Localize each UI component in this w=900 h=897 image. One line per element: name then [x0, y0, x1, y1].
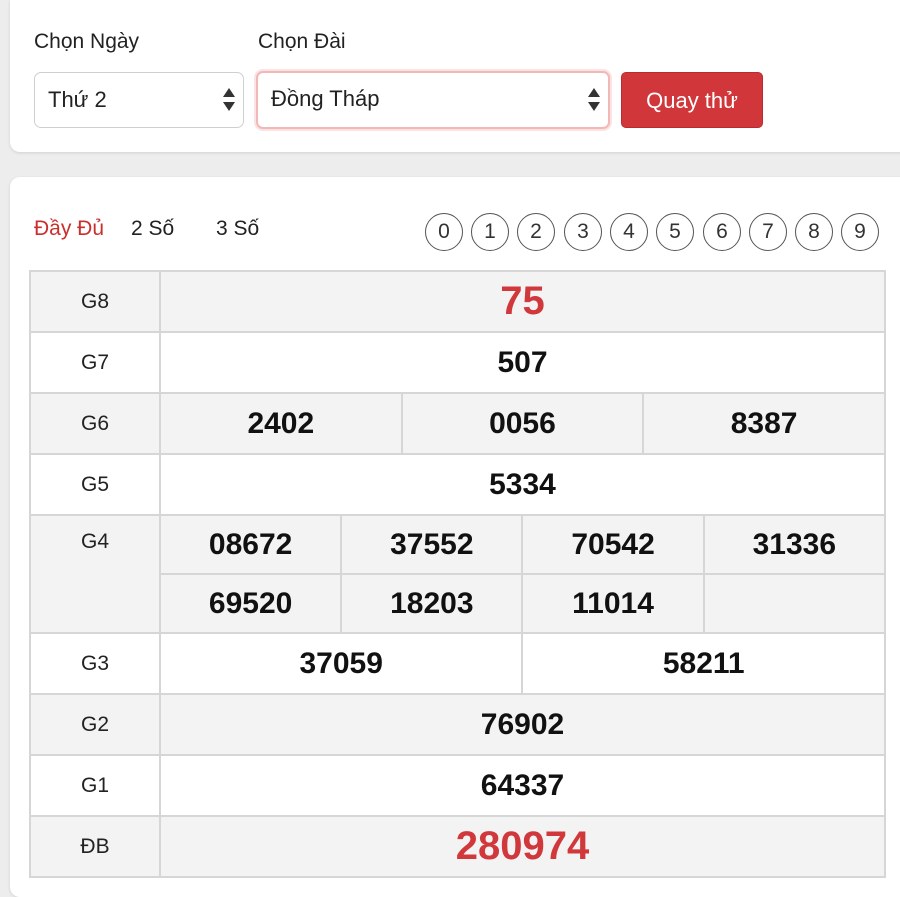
- prize-number: 58211: [521, 632, 886, 695]
- prize-label: G2: [29, 693, 161, 756]
- prize-row-g1: G1 64337: [29, 754, 886, 817]
- prize-label: G1: [29, 754, 161, 817]
- prize-number: 37552: [340, 514, 524, 575]
- prize-label: G4: [29, 514, 161, 634]
- prize-label: ĐB: [29, 815, 161, 878]
- prize-number: 08672: [158, 514, 343, 575]
- prize-row-g2: G2 76902: [29, 693, 886, 756]
- digit-filter-4[interactable]: 4: [610, 213, 648, 251]
- prize-number: 2402: [159, 392, 403, 455]
- digit-filter-3[interactable]: 3: [564, 213, 602, 251]
- results-table: G8 75 G7 507 G6 2402 0056 8387 G5 5334 G…: [29, 270, 887, 878]
- prize-row-g6: G6 2402 0056 8387: [29, 392, 886, 455]
- digit-filter-0[interactable]: 0: [425, 213, 463, 251]
- station-select-value: Đồng Tháp: [271, 86, 380, 111]
- prize-number: 75: [159, 270, 886, 333]
- prize-row-g4: G4 08672 37552 70542 31336: [29, 514, 887, 634]
- prize-number: 76902: [159, 693, 886, 756]
- tab-3-digits[interactable]: 3 Số: [216, 217, 259, 241]
- prize-number: 5334: [159, 453, 886, 516]
- tab-full[interactable]: Đầy Đủ: [34, 217, 104, 241]
- prize-label: G3: [29, 632, 161, 695]
- prize-row-db: ĐB 280974: [29, 815, 886, 878]
- prize-number: 507: [159, 331, 886, 394]
- prize-row-g7: G7 507: [29, 331, 886, 394]
- digit-filter-6[interactable]: 6: [703, 213, 741, 251]
- prize-label: G5: [29, 453, 161, 516]
- prize-number-empty: [702, 573, 887, 634]
- prize-number: 0056: [400, 392, 645, 455]
- prize-row-g8: G8 75: [29, 270, 886, 333]
- digit-filter-2[interactable]: 2: [517, 213, 555, 251]
- prize-number: 8387: [642, 392, 886, 455]
- prize-number: 11014: [521, 573, 705, 634]
- station-label: Chọn Đài: [258, 30, 346, 53]
- prize-number: 280974: [159, 815, 886, 878]
- prize-label: G7: [29, 331, 161, 394]
- prize-number: 37059: [158, 632, 524, 695]
- select-arrows-icon: [588, 88, 600, 112]
- prize-number: 64337: [159, 754, 886, 817]
- prize-label: G6: [29, 392, 161, 455]
- prize-number: 18203: [340, 573, 524, 634]
- digit-filter-8[interactable]: 8: [795, 213, 833, 251]
- digit-filter-7[interactable]: 7: [749, 213, 787, 251]
- digit-filter-5[interactable]: 5: [656, 213, 694, 251]
- prize-number: 70542: [521, 514, 705, 575]
- select-arrows-icon: [223, 88, 235, 112]
- prize-label: G8: [29, 270, 161, 333]
- digit-filter-1[interactable]: 1: [471, 213, 509, 251]
- prize-number: 69520: [158, 573, 343, 634]
- prize-row-g3: G3 37059 58211: [29, 632, 886, 695]
- tab-2-digits[interactable]: 2 Số: [131, 217, 174, 241]
- spin-button[interactable]: Quay thử: [621, 72, 763, 128]
- day-select[interactable]: Thứ 2: [34, 72, 244, 128]
- prize-row-g5: G5 5334: [29, 453, 886, 516]
- digit-filter-9[interactable]: 9: [841, 213, 879, 251]
- prize-number: 31336: [702, 514, 887, 575]
- day-label: Chọn Ngày: [34, 30, 140, 53]
- station-select[interactable]: Đồng Tháp: [256, 71, 610, 129]
- day-select-value: Thứ 2: [48, 87, 107, 112]
